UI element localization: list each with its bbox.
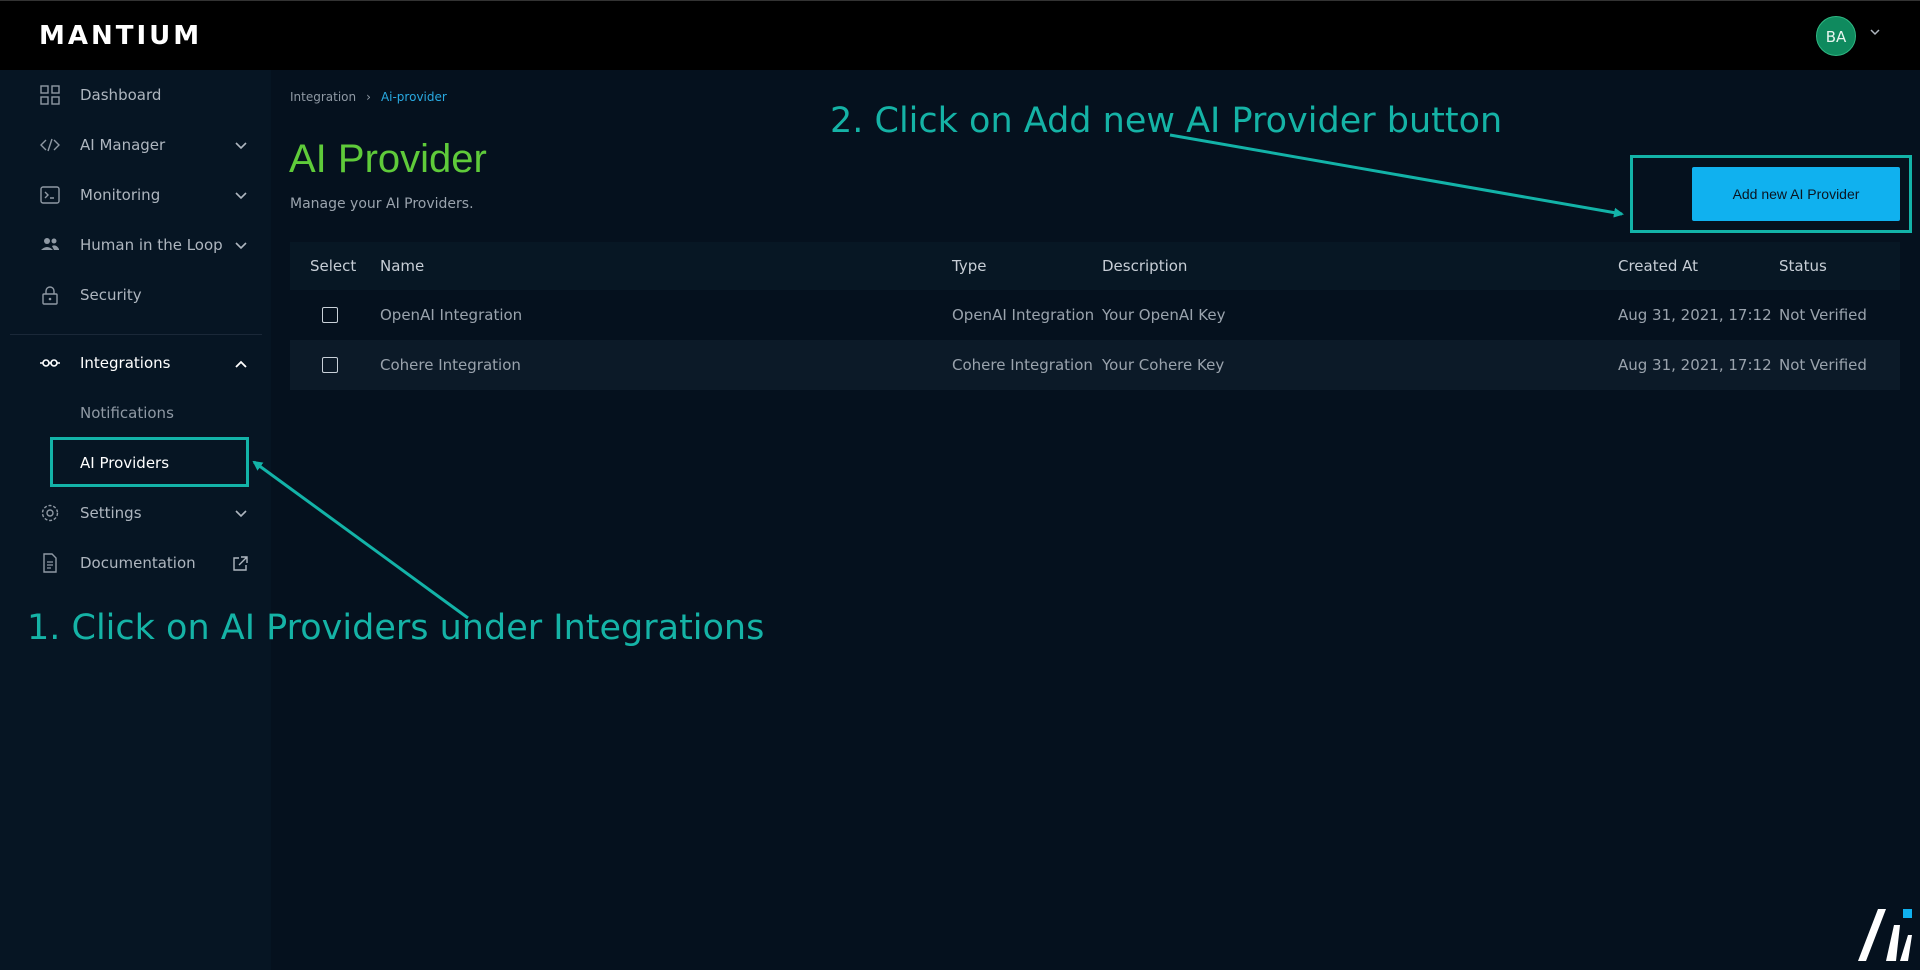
annotation-arrows (252, 133, 1624, 620)
mantium-corner-logo (1858, 909, 1912, 961)
annotation-step-2: 2. Click on Add new AI Provider button (830, 101, 1503, 141)
annotation-step-1: 1. Click on AI Providers under Integrati… (27, 608, 765, 648)
arrow-to-add-button (1169, 133, 1624, 218)
arrow-to-ai-providers (252, 460, 469, 620)
